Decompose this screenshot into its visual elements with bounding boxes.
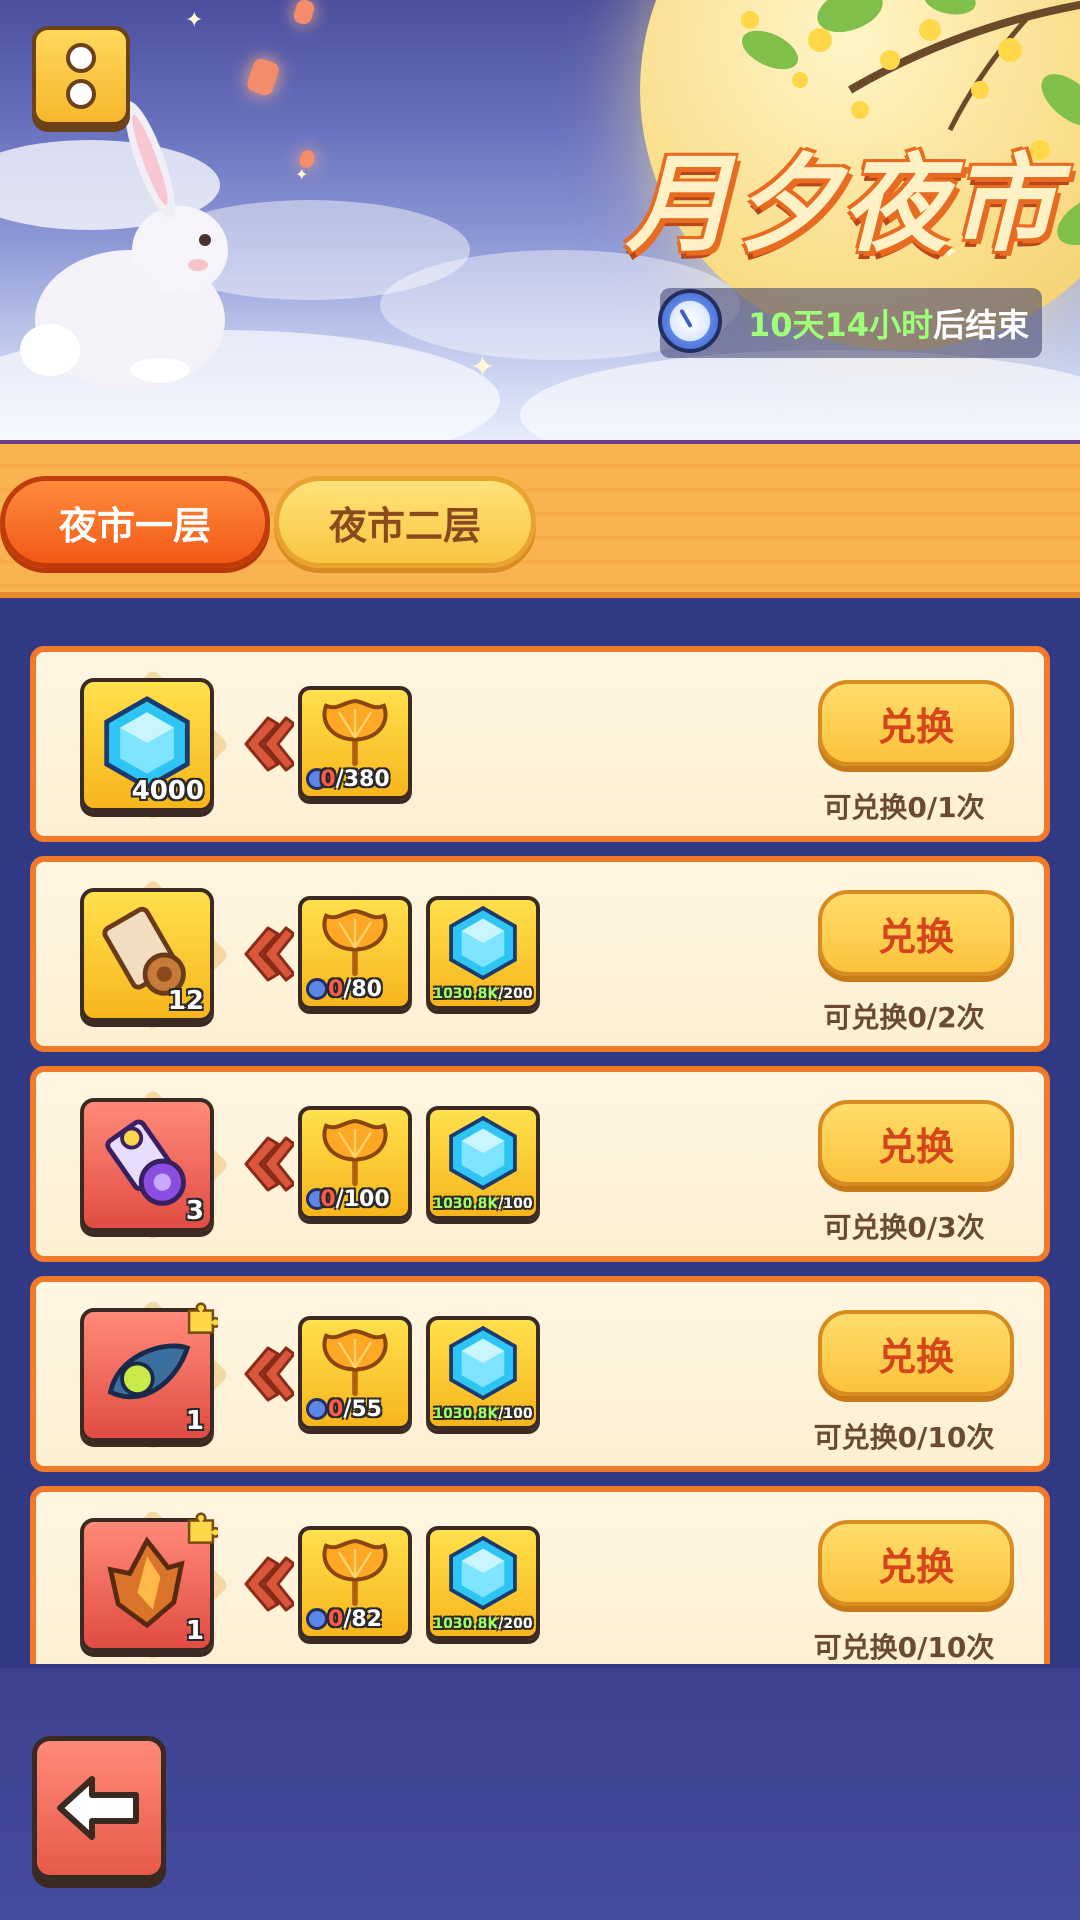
double-chevron-left-icon (242, 714, 296, 774)
menu-button[interactable] (32, 26, 130, 126)
bottom-bar (0, 1668, 1080, 1920)
flame-crystal-fragment-icon (99, 1535, 195, 1635)
reward-item[interactable]: 4000 (80, 678, 214, 812)
purple-scroll-icon (99, 1115, 195, 1215)
cost-amount: 1030.8K/200 (433, 986, 533, 1002)
reward-item[interactable]: 3 (80, 1098, 214, 1232)
exchange-row: 12 0/80 1030.8K/200 兑换可兑换0/2次 (30, 856, 1050, 1052)
menu-dot (66, 79, 96, 109)
exchange-row: 1 0/82 1030.8K/200 兑换可兑换0/10次 (30, 1486, 1050, 1664)
blue-gem-icon (445, 905, 521, 985)
exchange-limit-text: 可兑换0/1次 (823, 791, 985, 824)
double-chevron-left-icon (242, 1344, 296, 1404)
cost-item[interactable]: 1030.8K/200 (426, 896, 540, 1010)
exchange-limit-text: 可兑换0/3次 (823, 1211, 985, 1244)
exchange-limit-text: 可兑换0/10次 (813, 1421, 995, 1454)
sky-lantern (291, 0, 317, 27)
cost-amount: 0/82 (328, 1607, 382, 1632)
cost-amount: 1030.8K/100 (433, 1406, 533, 1422)
exchange-row: 4000 0/380 兑换可兑换0/1次 (30, 646, 1050, 842)
cost-item[interactable]: 0/80 (298, 896, 412, 1010)
blue-gem-icon (445, 1325, 521, 1405)
exchange-list[interactable]: 4000 0/380 兑换 可兑换0/1次 12 0/80 1030.8K/200… (0, 598, 1080, 1668)
exchange-button[interactable]: 兑换 (818, 1520, 1014, 1606)
reward-quantity: 1 (185, 1616, 204, 1646)
floor-tab-bar: 夜市一层 夜市二层 (0, 440, 1080, 598)
event-title: 月夕夜市 (626, 143, 1058, 266)
ginkgo-leaf-icon (315, 1113, 395, 1197)
event-banner: ✦ ✦ ✦ ✦ 月夕夜市 10天14小时后结束 (0, 0, 1080, 440)
cost-item[interactable]: 0/55 (298, 1316, 412, 1430)
countdown-suffix: 后结束 (933, 306, 1030, 344)
countdown-value: 10天14小时 (748, 306, 934, 344)
exchange-button[interactable]: 兑换 (818, 890, 1014, 976)
rabbit-illustration (20, 101, 228, 390)
exchange-row: 3 0/100 1030.8K/100 兑换可兑换0/3次 (30, 1066, 1050, 1262)
reward-item[interactable]: 1 (80, 1512, 221, 1652)
reward-item[interactable]: 12 (80, 888, 214, 1022)
back-arrow-icon (57, 1776, 139, 1840)
cost-amount: 0/55 (328, 1397, 382, 1422)
double-chevron-left-icon (242, 1134, 296, 1194)
ginkgo-leaf-icon (315, 1533, 395, 1617)
reward-quantity: 3 (185, 1196, 204, 1226)
puzzle-piece-icon (184, 1302, 221, 1336)
cost-amount: 0/80 (328, 977, 382, 1002)
exchange-row: 1 0/55 1030.8K/100 兑换可兑换0/10次 (30, 1276, 1050, 1472)
reward-item[interactable]: 1 (80, 1302, 221, 1442)
cost-item[interactable]: 1030.8K/100 (426, 1316, 540, 1430)
exchange-limit-text: 可兑换0/10次 (813, 1631, 995, 1664)
cost-item[interactable]: 0/100 (298, 1106, 412, 1220)
exchange-list-viewport: 4000 0/380 兑换 可兑换0/1次 12 0/80 1030.8K/200… (30, 646, 1050, 1664)
reward-quantity: 12 (167, 986, 204, 1016)
ginkgo-leaf-icon (315, 693, 395, 777)
exchange-button[interactable]: 兑换 (818, 1310, 1014, 1396)
reward-quantity: 4000 (131, 776, 204, 806)
tab-floor-1[interactable]: 夜市一层 (0, 476, 270, 568)
sparkle-icon: ✦ (185, 8, 204, 33)
cost-item[interactable]: 0/82 (298, 1526, 412, 1640)
sparkle-icon: ✦ (295, 165, 309, 184)
blue-gem-icon (445, 1115, 521, 1195)
double-chevron-left-icon (242, 924, 296, 984)
blue-gem-icon (445, 1535, 521, 1615)
double-chevron-left-icon (242, 1554, 296, 1614)
pea-pod-fragment-icon (99, 1325, 195, 1425)
clock-icon (658, 289, 722, 353)
reward-quantity: 1 (185, 1406, 204, 1436)
exchange-button[interactable]: 兑换 (818, 1100, 1014, 1186)
cloud (520, 350, 1080, 440)
cost-item[interactable]: 0/380 (298, 686, 412, 800)
cost-amount: 0/380 (320, 767, 390, 792)
sparkle-icon: ✦ (470, 350, 496, 385)
cost-amount: 1030.8K/100 (433, 1196, 533, 1212)
tab-floor-2[interactable]: 夜市二层 (274, 476, 536, 568)
ginkgo-leaf-icon (315, 903, 395, 987)
exchange-limit-text: 可兑换0/2次 (823, 1001, 985, 1034)
puzzle-piece-icon (184, 1512, 221, 1546)
cost-item[interactable]: 1030.8K/100 (426, 1106, 540, 1220)
menu-dot (66, 43, 96, 73)
countdown-timer: 10天14小时后结束 (658, 288, 1042, 358)
cost-amount: 1030.8K/200 (433, 1616, 533, 1632)
sky-lantern (245, 56, 281, 98)
cost-item[interactable]: 1030.8K/200 (426, 1526, 540, 1640)
cost-amount: 0/100 (320, 1187, 390, 1212)
back-button[interactable] (32, 1736, 166, 1880)
exchange-button[interactable]: 兑换 (818, 680, 1014, 766)
ginkgo-leaf-icon (315, 1323, 395, 1407)
